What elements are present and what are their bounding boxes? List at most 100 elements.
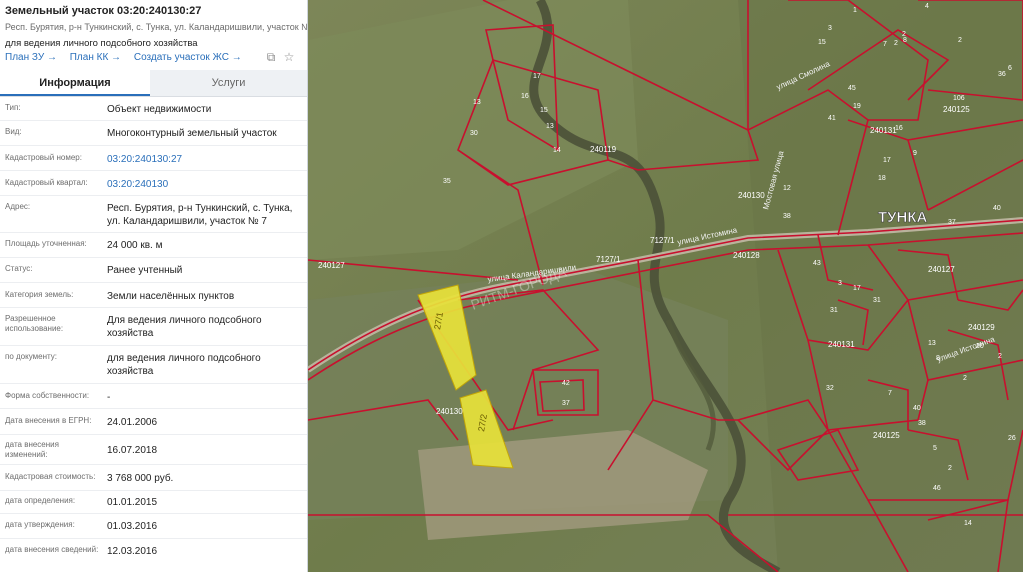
svg-text:35: 35	[443, 178, 451, 185]
svg-text:240130: 240130	[738, 191, 765, 200]
field-label: Кадастровый квартал:	[5, 178, 88, 187]
svg-text:45: 45	[848, 85, 856, 92]
field-value: Объект недвижимости	[107, 104, 212, 115]
svg-text:7127/1: 7127/1	[596, 255, 621, 264]
svg-text:240130: 240130	[436, 407, 463, 416]
field-value: 12.03.2016	[107, 546, 158, 557]
field-value: для ведения личного подсобного хозяйства	[107, 353, 261, 377]
field-value: Для ведения личного подсобного хозяйства	[107, 315, 262, 339]
field-value: 24 000 кв. м	[107, 240, 163, 251]
svg-text:2: 2	[894, 40, 898, 47]
panel-tabs: Информация Услуги	[0, 70, 307, 97]
star-icon[interactable]: ☆	[282, 50, 296, 64]
cadastral-number-link[interactable]: 03:20:240130:27	[107, 153, 302, 166]
field-label: Категория земель:	[5, 290, 74, 299]
svg-text:14: 14	[553, 147, 561, 154]
svg-text:13: 13	[473, 99, 481, 106]
svg-text:2: 2	[902, 31, 906, 38]
field-value: 3 768 000 руб.	[107, 473, 174, 484]
svg-text:2: 2	[998, 353, 1002, 360]
svg-text:30: 30	[470, 130, 478, 137]
svg-text:240127: 240127	[318, 261, 345, 270]
field-value: Респ. Бурятия, р-н Тункинский, с. Тунка,…	[107, 203, 293, 227]
create-parcel-link[interactable]: Создать участок ЖС →	[134, 52, 242, 63]
svg-text:7: 7	[883, 41, 887, 48]
tab-services[interactable]: Услуги	[150, 70, 307, 96]
field-label: Форма собственности:	[5, 391, 90, 400]
field-value: Ранее учтенный	[107, 265, 183, 276]
svg-text:240125: 240125	[873, 431, 900, 440]
field-label: дата внесения изменений:	[5, 440, 59, 459]
panel-title: Земельный участок 03:20:240130:27	[5, 5, 202, 17]
svg-text:17: 17	[853, 285, 861, 292]
svg-text:4: 4	[925, 3, 929, 10]
field-label: Площадь уточненная:	[5, 239, 87, 248]
svg-text:240125: 240125	[943, 105, 970, 114]
svg-text:32: 32	[826, 385, 834, 392]
svg-text:46: 46	[933, 485, 941, 492]
svg-text:106: 106	[953, 95, 965, 102]
plan-kk-link[interactable]: План КК →	[70, 52, 121, 63]
svg-text:18: 18	[878, 175, 886, 182]
tab-information[interactable]: Информация	[0, 70, 150, 96]
svg-text:9: 9	[913, 150, 917, 157]
field-label: Вид:	[5, 127, 22, 136]
svg-text:7127/1: 7127/1	[650, 236, 675, 245]
svg-text:43: 43	[813, 260, 821, 267]
info-panel: Земельный участок 03:20:240130:27 Респ. …	[0, 0, 308, 572]
svg-text:14: 14	[964, 520, 972, 527]
svg-text:41: 41	[828, 115, 836, 122]
svg-text:37: 37	[948, 219, 956, 226]
svg-text:19: 19	[853, 103, 861, 110]
svg-text:240119: 240119	[590, 145, 617, 154]
map-canvas[interactable]: 27/1 27/2 РИТМ-ГОРОДА ТУНКА улица Каланд…	[308, 0, 1023, 572]
svg-text:240131: 240131	[870, 126, 897, 135]
svg-text:20: 20	[976, 343, 984, 350]
panel-links: План ЗУ → План КК → Создать участок ЖС →	[5, 52, 252, 63]
svg-text:240127: 240127	[928, 265, 955, 274]
svg-text:16: 16	[895, 125, 903, 132]
field-value: 01.03.2016	[107, 521, 158, 532]
svg-text:13: 13	[928, 340, 936, 347]
field-value: Многоконтурный земельный участок	[107, 128, 277, 139]
svg-text:240129: 240129	[968, 323, 995, 332]
svg-text:15: 15	[540, 107, 548, 114]
search-doc-icon[interactable]: ⧉	[264, 50, 278, 64]
field-value: 24.01.2006	[107, 417, 158, 428]
svg-text:240131: 240131	[828, 340, 855, 349]
svg-text:6: 6	[1008, 65, 1012, 72]
panel-address: Респ. Бурятия, р-н Тункинский, с. Тунка,…	[5, 22, 308, 32]
svg-text:31: 31	[830, 307, 838, 314]
town-label: ТУНКА	[878, 209, 927, 226]
field-label: Кадастровая стоимость:	[5, 472, 96, 481]
svg-text:8: 8	[936, 355, 940, 362]
svg-text:15: 15	[818, 39, 826, 46]
svg-text:17: 17	[883, 157, 891, 164]
svg-text:12: 12	[783, 185, 791, 192]
field-label: Статус:	[5, 264, 33, 273]
svg-text:8: 8	[903, 37, 907, 44]
field-label: по документу:	[5, 352, 57, 361]
svg-text:2: 2	[958, 37, 962, 44]
field-label: Разрешенное использование:	[5, 314, 64, 333]
field-value: 16.07.2018	[107, 445, 158, 456]
panel-purpose: для ведения личного подсобного хозяйства	[5, 38, 198, 49]
svg-text:3: 3	[828, 25, 832, 32]
field-label: дата утверждения:	[5, 520, 75, 529]
field-value: Земли населённых пунктов	[107, 291, 235, 302]
svg-text:2: 2	[948, 465, 952, 472]
svg-text:3: 3	[838, 280, 842, 287]
svg-text:5: 5	[933, 445, 937, 452]
svg-text:240128: 240128	[733, 251, 760, 260]
field-label: дата определения:	[5, 496, 76, 505]
plan-zu-link[interactable]: План ЗУ →	[5, 52, 57, 63]
svg-text:38: 38	[918, 420, 926, 427]
field-label: дата внесения сведений:	[5, 545, 99, 554]
field-value: 01.01.2015	[107, 497, 158, 508]
svg-text:31: 31	[873, 297, 881, 304]
cadastral-quarter-link[interactable]: 03:20:240130	[107, 178, 302, 191]
svg-text:13: 13	[546, 123, 554, 130]
field-label: Кадастровый номер:	[5, 153, 82, 162]
cadastral-map[interactable]: 27/1 27/2 РИТМ-ГОРОДА ТУНКА улица Каланд…	[308, 0, 1023, 572]
svg-text:26: 26	[1008, 435, 1016, 442]
